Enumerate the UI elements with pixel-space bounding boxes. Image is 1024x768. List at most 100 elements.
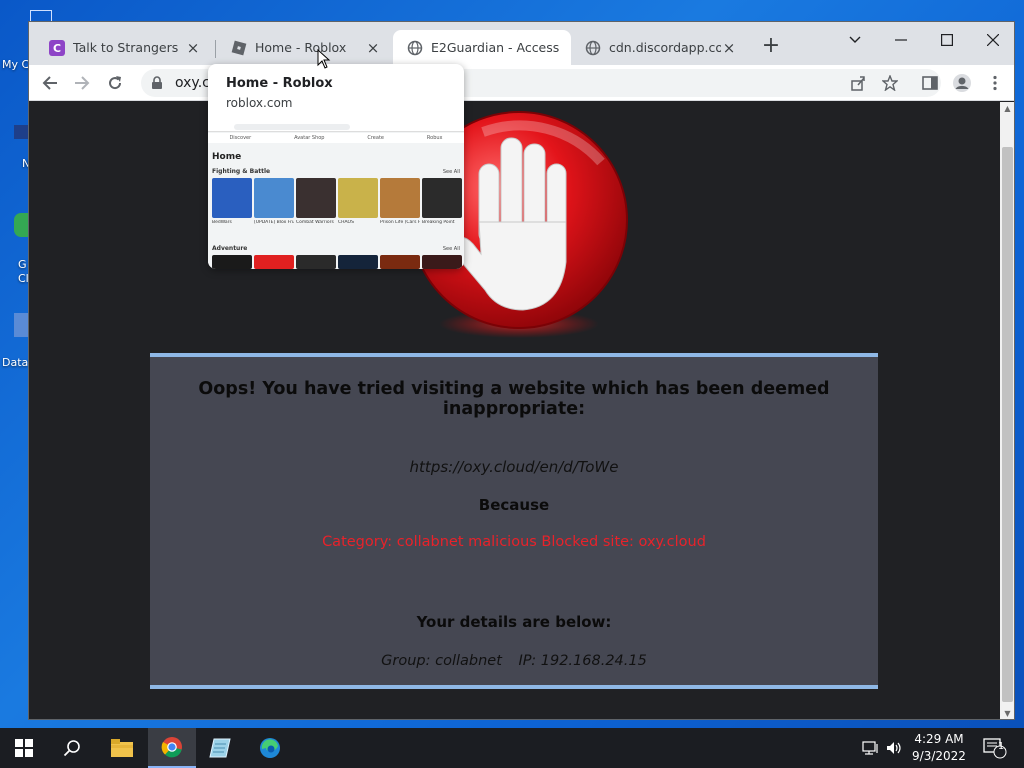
reload-button[interactable] [102, 70, 128, 96]
user-details: Group: collabnet IP: 192.168.24.15 [150, 653, 878, 669]
tab-title: cdn.discordapp.com [609, 40, 721, 55]
preview-game-tile [212, 255, 252, 269]
scroll-up-arrow-icon[interactable]: ▲ [1000, 102, 1014, 116]
tab-talk-to-strangers[interactable]: C Talk to Strangers × [35, 30, 211, 65]
network-icon[interactable] [862, 728, 880, 768]
clock-date: 9/3/2022 [912, 749, 966, 763]
profile-button[interactable] [949, 70, 975, 96]
preview-game-tile [296, 178, 336, 218]
desktop-icon-data[interactable] [14, 313, 28, 337]
because-label: Because [478, 496, 550, 514]
tab-search-button[interactable] [832, 26, 878, 54]
taskbar-app-notepad[interactable] [196, 728, 244, 768]
block-reason: Category: collabnet malicious Blocked si… [322, 534, 706, 550]
kebab-menu-icon [993, 75, 997, 91]
preview-tab: Robux [426, 135, 443, 141]
taskbar-clock[interactable]: 4:29 AM 9/3/2022 [904, 731, 974, 765]
action-center-button[interactable]: 1 [983, 728, 1007, 768]
desktop-label-my-computer: My C [2, 58, 30, 71]
preview-game-tile [254, 178, 294, 218]
close-icon [987, 34, 999, 46]
svg-text:C: C [53, 42, 61, 55]
globe-icon [585, 40, 601, 56]
preview-game-tile [380, 255, 420, 269]
tab-close-button[interactable]: × [721, 39, 737, 57]
roblox-icon [231, 40, 247, 56]
chrome-icon [161, 737, 182, 758]
tab-cdn-discordapp[interactable]: cdn.discordapp.com × [571, 30, 747, 65]
tab-close-button[interactable]: × [185, 39, 201, 57]
minimize-button[interactable] [878, 26, 924, 54]
blocked-url: https://oxy.cloud/en/d/ToWe [409, 458, 619, 476]
tab-title: Home - Roblox [255, 40, 347, 55]
preview-section-title: Adventure [212, 245, 248, 252]
scroll-down-arrow-icon[interactable]: ▼ [1000, 707, 1014, 719]
side-panel-icon [922, 76, 938, 90]
minimize-icon [895, 39, 907, 41]
group-value: Group: collabnet [381, 653, 502, 669]
hover-card-title: Home - Roblox [226, 76, 333, 91]
tab-close-button[interactable]: × [365, 39, 381, 57]
preview-game-tile [422, 255, 462, 269]
maximize-icon [941, 34, 953, 46]
chatzy-icon: C [49, 39, 65, 56]
preview-game-tile [422, 178, 462, 218]
notepad-icon [209, 738, 231, 758]
desktop-icon-chrome[interactable] [14, 213, 28, 237]
start-button[interactable] [0, 728, 48, 768]
hover-card-domain: roblox.com [226, 96, 293, 110]
preview-game-tile [296, 255, 336, 269]
maximize-button[interactable] [924, 26, 970, 54]
block-headline: Oops! You have tried visiting a website … [198, 379, 830, 419]
mouse-cursor-icon [317, 49, 331, 69]
share-button[interactable] [845, 70, 871, 96]
taskbar-file-explorer[interactable] [98, 728, 146, 768]
clock-time: 4:29 AM [914, 732, 964, 746]
lock-icon [152, 76, 162, 89]
menu-button[interactable] [982, 70, 1008, 96]
preview-tab: Discover [229, 135, 252, 141]
tab-separator [215, 40, 216, 58]
preview-game-caption: Breaking Point [422, 220, 455, 225]
preview-game-caption: Prison Life (Cars Fixed!) [380, 220, 420, 225]
scrollbar-thumb[interactable] [1002, 147, 1013, 702]
preview-tab: Create [367, 135, 384, 141]
tab-title: E2Guardian - Access [431, 40, 560, 55]
tab-strip: C Talk to Strangers × Home - Roblox × E2… [29, 22, 1014, 65]
preview-navbar [208, 122, 464, 132]
windows-logo-icon [15, 739, 33, 757]
notification-count: 1 [997, 741, 1005, 752]
chevron-down-icon [849, 36, 861, 43]
back-button[interactable] [37, 70, 63, 96]
preview-game-caption: CHAOS [338, 220, 354, 225]
preview-tab: Avatar Shop [294, 135, 325, 141]
tab-title: Talk to Strangers [73, 40, 179, 55]
desktop-label-data: Data [2, 356, 29, 369]
preview-game-tile [338, 255, 378, 269]
preview-game-caption: BedWars [212, 220, 232, 225]
taskbar-chrome[interactable] [148, 728, 196, 768]
desktop-icon-network[interactable] [14, 125, 28, 139]
page-content: Oops! You have tried visiting a website … [29, 102, 1000, 719]
taskbar: 4:29 AM 9/3/2022 1 [0, 728, 1024, 768]
tab-hover-card: Home - Roblox roblox.com Discover Avatar… [208, 64, 464, 269]
close-window-button[interactable] [970, 26, 1014, 54]
preview-game-tile [338, 178, 378, 218]
vertical-scrollbar[interactable]: ▲ ▼ [1000, 102, 1014, 719]
volume-icon[interactable] [886, 728, 904, 768]
preview-game-tile [254, 255, 294, 269]
side-panel-button[interactable] [917, 70, 943, 96]
preview-see-all: See All [442, 169, 460, 175]
desktop-label-g: G [18, 258, 27, 271]
new-tab-button[interactable]: + [759, 34, 783, 58]
bookmark-button[interactable] [877, 70, 903, 96]
taskbar-edge[interactable] [246, 728, 294, 768]
tab-home-roblox[interactable]: Home - Roblox × [217, 30, 391, 65]
preview-home-heading: Home [212, 152, 242, 162]
search-icon [63, 740, 80, 757]
preview-game-caption: Combat Warriors [296, 220, 334, 225]
search-button[interactable] [48, 728, 96, 768]
tab-e2guardian[interactable]: E2Guardian - Access [393, 30, 571, 65]
share-icon [851, 76, 865, 91]
forward-button[interactable] [69, 70, 95, 96]
